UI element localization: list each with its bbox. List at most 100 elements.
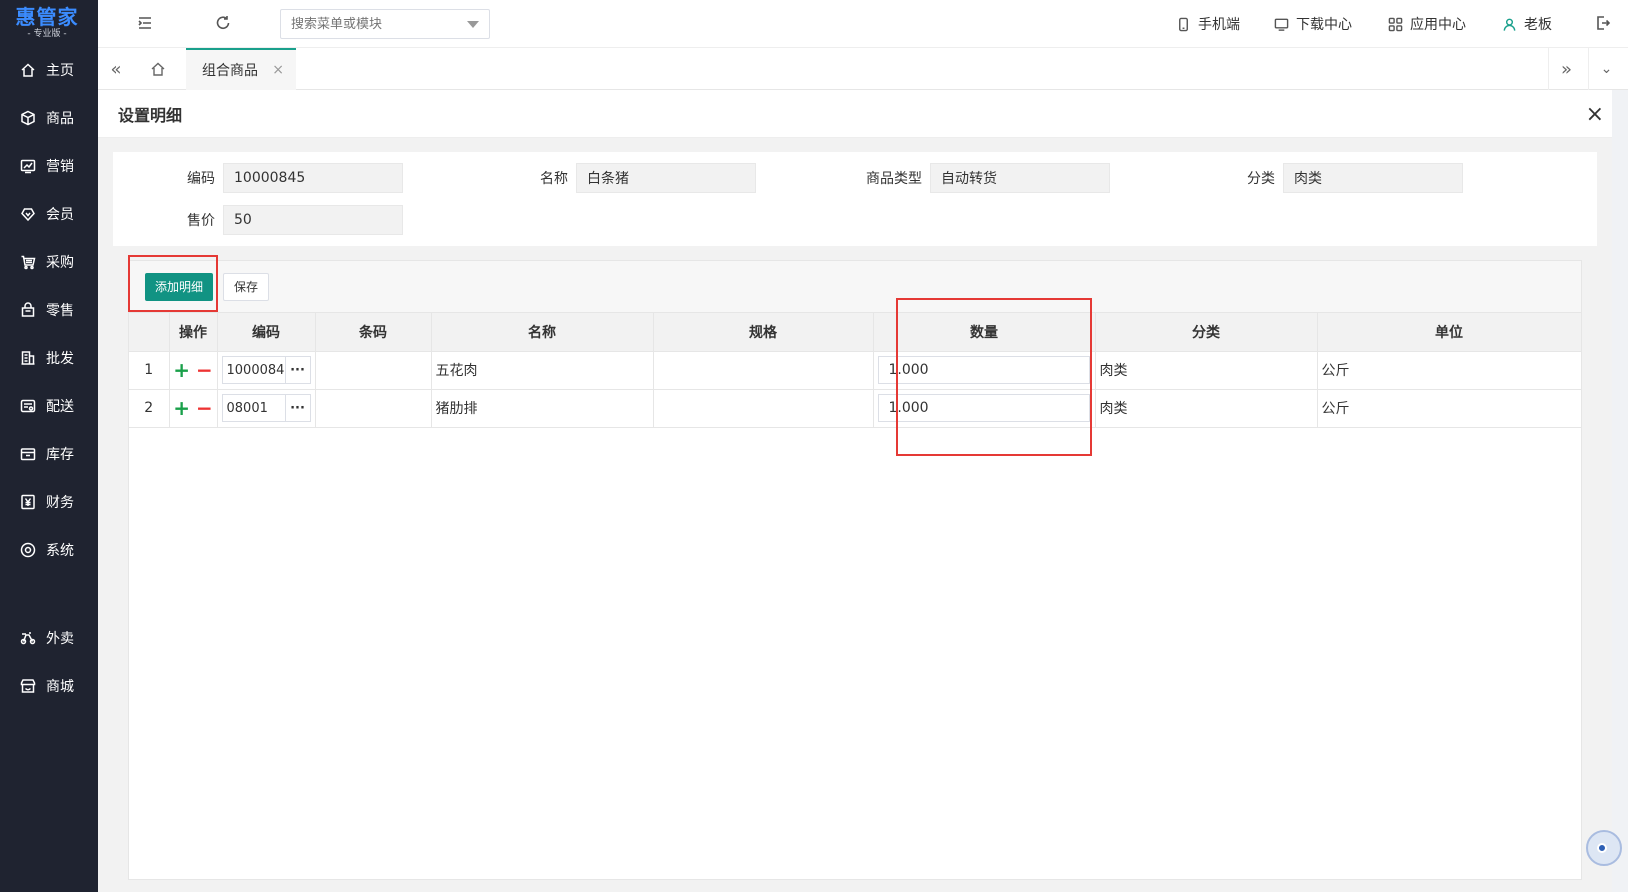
sidebar-item-label: 营销	[46, 159, 74, 175]
app-logo[interactable]: 惠管家 - 专业版 -	[0, 0, 98, 46]
sidebar-item-marketing[interactable]: 营销	[0, 142, 98, 190]
mobile-label: 手机端	[1198, 17, 1240, 33]
row-code: ···	[217, 351, 316, 390]
logo-title: 惠管家	[15, 5, 79, 29]
search-input[interactable]	[281, 10, 461, 38]
more-icon[interactable]: ···	[284, 395, 310, 421]
sidebar-item-label: 配送	[46, 399, 74, 415]
qty-input[interactable]	[877, 356, 1090, 384]
yen-icon	[20, 494, 36, 510]
add-detail-button[interactable]: 添加明细	[145, 272, 214, 301]
add-row-icon[interactable]: +	[173, 358, 190, 382]
add-row-icon[interactable]: +	[173, 396, 190, 420]
box-icon	[20, 110, 36, 126]
tab-combo-goods[interactable]: 组合商品 ×	[186, 48, 296, 90]
col-code: 编码	[217, 313, 316, 352]
sidebar-item-label: 系统	[46, 543, 74, 559]
user-menu[interactable]: 老板	[1502, 0, 1552, 48]
row-qty	[873, 351, 1096, 390]
row-unit: 公斤	[1317, 351, 1582, 390]
sidebar-item-takeout[interactable]: 外卖	[0, 614, 98, 662]
table-row: 2 +− ··· 猪肋排 肉类 公斤	[129, 389, 1582, 428]
row-category: 肉类	[1095, 351, 1318, 390]
field-name: 名称 白条猪	[466, 163, 756, 193]
row-name: 猪肋排	[431, 389, 654, 428]
row-index: 2	[129, 389, 170, 428]
menu-search[interactable]	[280, 9, 490, 39]
remove-row-icon[interactable]: −	[196, 358, 213, 382]
more-icon[interactable]: ···	[284, 357, 310, 383]
sidebar-item-system[interactable]: 系统	[0, 526, 98, 574]
code-input[interactable]	[222, 357, 285, 383]
col-category: 分类	[1095, 313, 1318, 352]
sidebar-item-mall[interactable]: 商城	[0, 662, 98, 710]
app-center-link[interactable]: 应用中心	[1388, 0, 1466, 48]
sidebar-item-finance[interactable]: 财务	[0, 478, 98, 526]
detail-grid: 添加明细 保存 操作 编码 条码 名称 规格 数量 分类 单位 1 + − 10…	[128, 260, 1582, 880]
sidebar-item-label: 会员	[46, 207, 74, 223]
tab-bar: « 组合商品 × » ⌄	[98, 48, 1628, 90]
col-unit: 单位	[1317, 313, 1582, 352]
mobile-link[interactable]: 手机端	[1176, 0, 1240, 48]
sidebar-item-label: 商品	[46, 111, 74, 127]
sidebar-item-wholesale[interactable]: 批发	[0, 334, 98, 382]
chevron-down-icon[interactable]	[467, 21, 479, 28]
row-barcode	[315, 389, 432, 428]
sidebar-item-member[interactable]: 会员	[0, 190, 98, 238]
refresh-icon[interactable]	[214, 14, 234, 34]
scooter-icon	[20, 630, 36, 646]
download-label: 下载中心	[1296, 17, 1352, 33]
save-button[interactable]: 保存	[223, 272, 270, 301]
price-label: 售价	[187, 213, 215, 229]
tab-close-icon[interactable]: ×	[272, 62, 284, 78]
col-index	[129, 313, 170, 352]
download-center-link[interactable]: 下载中心	[1274, 0, 1352, 48]
price-value: 50	[223, 205, 403, 235]
grid-toolbar: 添加明细 保存	[129, 261, 1581, 313]
name-label: 名称	[540, 171, 568, 187]
field-category: 分类 肉类	[1173, 163, 1463, 193]
sidebar-item-purchase[interactable]: 采购	[0, 238, 98, 286]
remove-row-icon[interactable]: −	[196, 396, 213, 420]
tabs-scroll-right-icon[interactable]: »	[1548, 48, 1584, 90]
chart-icon	[20, 158, 36, 174]
qty-input[interactable]	[877, 394, 1090, 422]
close-icon[interactable]: ×	[1586, 102, 1604, 127]
sidebar-item-label: 外卖	[46, 631, 74, 647]
row-ops: + −	[169, 351, 218, 390]
name-value: 白条猪	[576, 163, 756, 193]
field-type: 商品类型 自动转货	[820, 163, 1110, 193]
sidebar-item-label: 商城	[46, 679, 74, 695]
code-label: 编码	[187, 171, 215, 187]
diamond-icon	[20, 206, 36, 222]
field-price: 售价 50	[113, 205, 403, 235]
product-info-form: 编码 10000845 名称 白条猪 商品类型 自动转货 分类 肉类 售价 50	[113, 152, 1597, 246]
field-code: 编码 10000845	[113, 163, 403, 193]
row-spec	[653, 351, 874, 390]
code-value: 10000845	[223, 163, 403, 193]
sidebar-menu: 主页 商品 营销 会员 采购 零售 批发 配送 库存 财务 系统 外卖 商城	[0, 46, 98, 710]
floating-assistant-icon[interactable]	[1586, 830, 1622, 866]
sidebar-item-goods[interactable]: 商品	[0, 94, 98, 142]
menu-toggle-icon[interactable]	[136, 14, 156, 34]
code-input[interactable]	[222, 395, 285, 421]
sidebar-item-retail[interactable]: 零售	[0, 286, 98, 334]
tabs-scroll-left-icon[interactable]: «	[98, 48, 134, 90]
row-name: 五花肉	[431, 351, 654, 390]
sidebar-item-home[interactable]: 主页	[0, 46, 98, 94]
sidebar: 惠管家 - 专业版 - 主页 商品 营销 会员 采购 零售 批发 配送 库存 财…	[0, 0, 98, 892]
assistant-eye-icon	[1597, 843, 1607, 853]
store-icon	[20, 678, 36, 694]
logout-icon[interactable]	[1594, 14, 1614, 34]
logo-subtitle: - 专业版 -	[27, 29, 67, 39]
category-value: 肉类	[1283, 163, 1463, 193]
col-op: 操作	[169, 313, 218, 352]
sidebar-item-delivery[interactable]: 配送	[0, 382, 98, 430]
home-tab-icon[interactable]	[140, 48, 176, 90]
row-qty	[873, 389, 1096, 428]
tabs-dropdown-icon[interactable]: ⌄	[1588, 48, 1624, 90]
inventory-icon	[20, 446, 36, 462]
sidebar-item-inventory[interactable]: 库存	[0, 430, 98, 478]
row-code: ···	[217, 389, 316, 428]
row-index: 1	[129, 351, 170, 390]
